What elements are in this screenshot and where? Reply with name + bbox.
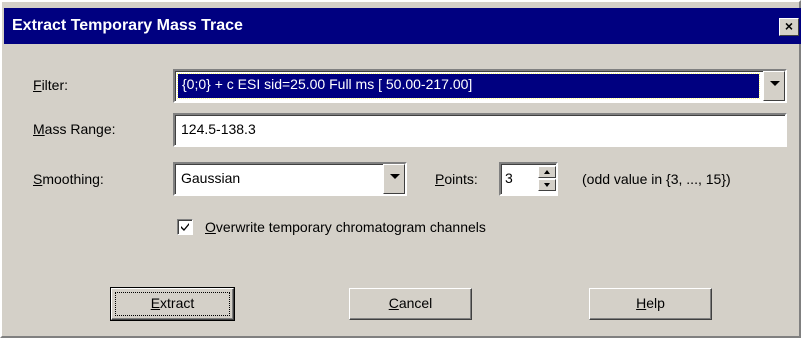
smoothing-label: Smoothing: — [33, 171, 104, 187]
points-label: Points: — [435, 171, 478, 187]
extract-button[interactable]: Extract — [110, 287, 235, 321]
smoothing-value: Gaussian — [181, 170, 241, 186]
arrow-up-icon — [544, 170, 550, 174]
title-bar: Extract Temporary Mass Trace × — [4, 8, 801, 44]
dialog-title: Extract Temporary Mass Trace — [12, 17, 243, 34]
close-button[interactable]: × — [779, 18, 799, 36]
chevron-down-icon — [770, 81, 780, 86]
overwrite-checkbox[interactable] — [177, 219, 193, 235]
points-hint: (odd value in {3, ..., 15}) — [582, 171, 731, 187]
filter-selected-value: {0;0} + c ESI sid=25.00 Full ms [ 50.00-… — [177, 73, 760, 99]
mass-range-input[interactable]: 124.5-138.3 — [173, 113, 787, 147]
checkmark-icon — [181, 223, 189, 231]
smoothing-combobox[interactable]: Gaussian — [173, 162, 407, 196]
mass-range-value: 124.5-138.3 — [181, 121, 256, 137]
close-icon: × — [784, 18, 794, 34]
points-increment-button[interactable] — [538, 166, 556, 178]
filter-label: Filter: — [33, 77, 69, 93]
points-decrement-button[interactable] — [538, 179, 556, 191]
chevron-down-icon — [390, 174, 400, 179]
help-button[interactable]: Help — [589, 288, 712, 320]
overwrite-label[interactable]: Overwrite temporary chromatogram channel… — [205, 219, 486, 235]
filter-combobox[interactable]: {0;0} + c ESI sid=25.00 Full ms [ 50.00-… — [173, 69, 787, 103]
mass-range-label: Mass Range: — [33, 121, 116, 137]
extract-mass-trace-dialog: Extract Temporary Mass Trace × Filter: {… — [0, 0, 801, 338]
smoothing-dropdown-button[interactable] — [383, 164, 405, 194]
cancel-button[interactable]: Cancel — [349, 288, 472, 320]
points-spinner[interactable]: 3 — [499, 162, 558, 196]
points-value: 3 — [505, 170, 513, 186]
arrow-down-icon — [544, 183, 550, 187]
filter-dropdown-button[interactable] — [763, 71, 785, 101]
focus-rect — [115, 292, 230, 316]
